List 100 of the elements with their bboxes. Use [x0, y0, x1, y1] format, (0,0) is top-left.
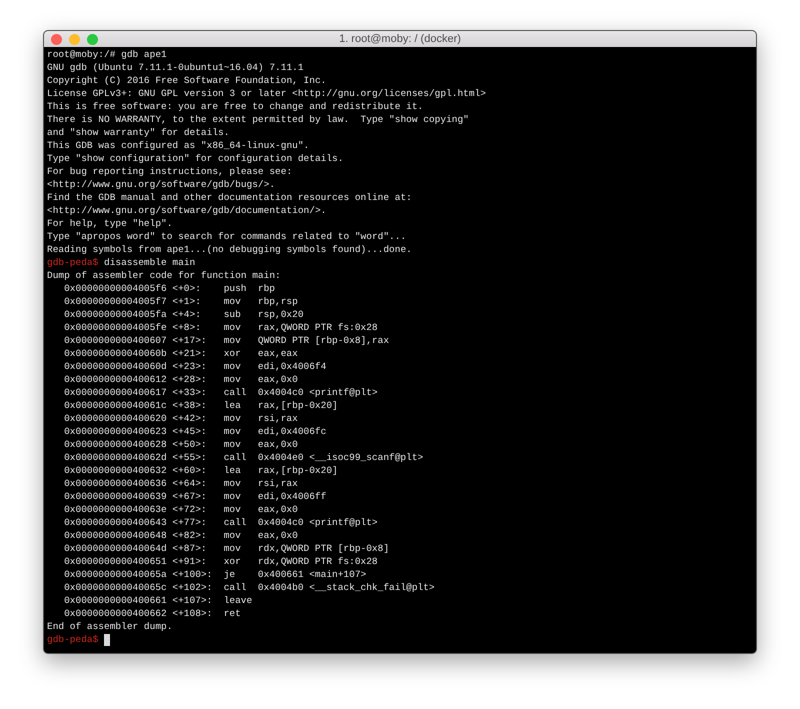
offset: <+28>: — [172, 374, 207, 385]
mnemonic: mov — [224, 361, 241, 372]
mnemonic: mov — [224, 374, 241, 385]
operands: rsp,0x20 — [258, 308, 304, 321]
offset: <+33>: — [172, 387, 207, 398]
terminal-line: Copyright (C) 2016 Free Software Foundation, Inc. — [47, 74, 326, 87]
offset: <+4>: — [172, 309, 201, 320]
prompt: gdb-peda$ — [47, 633, 98, 646]
offset: <+21>: — [172, 348, 207, 359]
offset: <+42>: — [172, 413, 207, 424]
address: 0x0000000000400617 — [64, 387, 167, 398]
mnemonic: xor — [224, 556, 241, 567]
operands: rdx,QWORD PTR fs:0x28 — [258, 555, 378, 568]
window-title: 1. root@moby: / (docker) — [339, 34, 461, 44]
terminal-line: Type "apropos word" to search for commands related to "word"... — [47, 230, 406, 243]
offset: <+60>: — [172, 465, 207, 476]
mnemonic: mov — [224, 426, 241, 437]
offset: <+23>: — [172, 361, 207, 372]
address: 0x00000000004005f6 — [64, 283, 167, 294]
mnemonic: mov — [224, 439, 241, 450]
offset: <+67>: — [172, 491, 207, 502]
address: 0x000000000040064d — [64, 543, 167, 554]
mnemonic: mov — [224, 478, 241, 489]
offset: <+17>: — [172, 335, 207, 346]
terminal-line: This is free software: you are free to change and redistribute it. — [47, 100, 424, 113]
mnemonic: leave — [224, 595, 252, 606]
operands: edi,0x4006fc — [258, 425, 326, 438]
address: 0x000000000040060b — [64, 348, 167, 359]
offset: <+64>: — [172, 478, 207, 489]
mnemonic: xor — [224, 348, 241, 359]
operands: eax,0x0 — [258, 438, 298, 451]
offset: <+77>: — [172, 517, 207, 528]
offset: <+108>: — [172, 608, 212, 619]
terminal-line: root@moby:/# gdb ape1 — [47, 48, 167, 61]
address: 0x0000000000400648 — [64, 530, 167, 541]
mnemonic: mov — [224, 491, 241, 502]
operands: rsi,rax — [258, 412, 298, 425]
address: 0x0000000000400651 — [64, 556, 167, 567]
mnemonic: mov — [224, 335, 241, 346]
operands: eax,0x0 — [258, 529, 298, 542]
maximize-button[interactable] — [87, 34, 98, 44]
offset: <+8>: — [172, 322, 201, 333]
mnemonic: mov — [224, 322, 241, 333]
close-button[interactable] — [51, 34, 62, 44]
minimize-button[interactable] — [69, 34, 80, 44]
terminal-line: End of assembler dump. — [47, 620, 172, 633]
offset: <+0>: — [172, 283, 201, 294]
mnemonic: lea — [224, 400, 241, 411]
offset: <+55>: — [172, 452, 207, 463]
address: 0x0000000000400639 — [64, 491, 167, 502]
operands: rbp — [258, 282, 276, 295]
operands: rbp,rsp — [258, 295, 298, 308]
mnemonic: mov — [224, 543, 241, 554]
terminal-line: Type "show configuration" for configuration details. — [47, 152, 344, 165]
address: 0x0000000000400628 — [64, 439, 167, 450]
address: 0x0000000000400623 — [64, 426, 167, 437]
address: 0x0000000000400662 — [64, 608, 167, 619]
mnemonic: sub — [224, 309, 241, 320]
operands: 0x400661 <main+107> — [258, 568, 366, 581]
address: 0x000000000040065a — [64, 569, 167, 580]
address: 0x00000000004005fe — [64, 322, 167, 333]
mnemonic: call — [224, 517, 247, 528]
mnemonic: call — [224, 387, 247, 398]
mnemonic: push — [224, 283, 247, 294]
address: 0x000000000040061c — [64, 400, 167, 411]
mnemonic: mov — [224, 413, 241, 424]
operands: eax,eax — [258, 347, 298, 360]
operands: edi,0x4006f4 — [258, 360, 326, 373]
mnemonic: lea — [224, 465, 241, 476]
terminal-line: For bug reporting instructions, please see: — [47, 165, 292, 178]
operands: rax,[rbp-0x20] — [258, 399, 338, 412]
terminal-line: <http://www.gnu.org/software/gdb/documentation/>. — [47, 204, 326, 217]
mnemonic: call — [224, 452, 247, 463]
command-text: disassemble main — [104, 256, 196, 269]
address: 0x0000000000400632 — [64, 465, 167, 476]
terminal-line: For help, type "help". — [47, 217, 172, 230]
offset: <+1>: — [172, 296, 201, 307]
mnemonic: je — [224, 569, 236, 580]
address: 0x000000000040060d — [64, 361, 167, 372]
operands: rax,[rbp-0x20] — [258, 464, 338, 477]
operands: edi,0x4006ff — [258, 490, 326, 503]
address: 0x0000000000400607 — [64, 335, 167, 346]
terminal-line: Reading symbols from ape1...(no debugging symbols found)...done. — [47, 243, 412, 256]
terminal-line: Find the GDB manual and other documentation resources online at: — [47, 191, 412, 204]
offset: <+107>: — [172, 595, 212, 606]
operands: eax,0x0 — [258, 503, 298, 516]
operands: 0x4004e0 <__isoc99_scanf@plt> — [258, 451, 424, 464]
terminal-line: GNU gdb (Ubuntu 7.11.1-0ubuntu1~16.04) 7.11.1 — [47, 61, 304, 74]
prompt: gdb-peda$ — [47, 256, 98, 269]
offset: <+102>: — [172, 582, 212, 593]
mnemonic: mov — [224, 296, 241, 307]
address: 0x0000000000400643 — [64, 517, 167, 528]
operands: rdx,QWORD PTR [rbp-0x8] — [258, 542, 390, 555]
terminal-line: <http://www.gnu.org/software/gdb/bugs/>. — [47, 178, 276, 191]
mnemonic: mov — [224, 530, 241, 541]
operands: QWORD PTR [rbp-0x8],rax — [258, 334, 390, 347]
address: 0x0000000000400636 — [64, 478, 167, 489]
address: 0x0000000000400661 — [64, 595, 167, 606]
terminal-line: and "show warranty" for details. — [47, 126, 230, 139]
mnemonic: ret — [224, 608, 241, 619]
